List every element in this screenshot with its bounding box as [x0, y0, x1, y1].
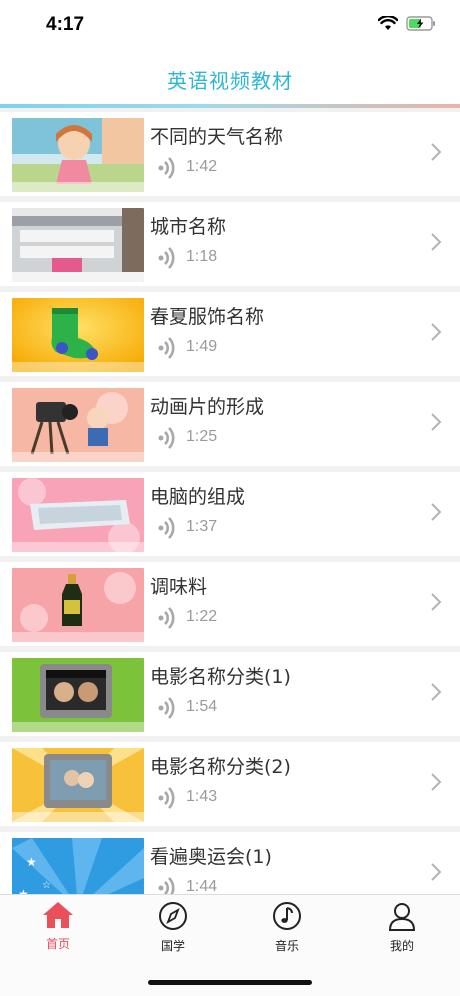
- chevron-right-icon: [431, 593, 442, 611]
- compass-icon: [159, 902, 187, 930]
- chevron-right-icon: [431, 503, 442, 521]
- list-item[interactable]: 动画片的形成 1:25: [0, 382, 460, 466]
- audio-icon: [158, 697, 175, 719]
- item-duration: 1:22: [186, 608, 218, 625]
- audio-icon: [158, 607, 175, 629]
- chevron-right-icon: [431, 323, 442, 341]
- chevron-right-icon: [431, 683, 442, 701]
- tab-guoxue[interactable]: 国学: [133, 901, 213, 955]
- list-item[interactable]: 城市名称 1:18: [0, 202, 460, 286]
- audio-icon: [158, 787, 175, 809]
- list-item[interactable]: 调味料 1:22: [0, 562, 460, 646]
- nav-bar: 英语视频教材: [0, 50, 460, 108]
- thumbnail-image: [12, 298, 144, 372]
- thumbnail-image: [12, 388, 144, 462]
- audio-icon: [158, 247, 175, 269]
- item-title: 电影名称分类(2): [150, 756, 291, 778]
- list-item[interactable]: 电影名称分类(1) 1:54: [0, 652, 460, 736]
- tab-label: 首页: [45, 937, 70, 951]
- status-icons: [378, 16, 436, 31]
- thumbnail-image: [12, 568, 144, 642]
- item-duration: 1:37: [186, 518, 218, 535]
- svg-text:★: ★: [26, 855, 37, 869]
- item-title: 电影名称分类(1): [150, 666, 291, 688]
- tab-label: 音乐: [274, 939, 299, 953]
- chevron-right-icon: [431, 143, 442, 161]
- page-title: 英语视频教材: [167, 68, 293, 93]
- tab-mine[interactable]: 我的: [362, 901, 442, 955]
- audio-icon: [158, 157, 175, 179]
- list-item[interactable]: 电影名称分类(2) 1:43: [0, 742, 460, 826]
- chevron-right-icon: [431, 413, 442, 431]
- person-icon: [388, 903, 416, 931]
- item-title: 春夏服饰名称: [150, 306, 265, 328]
- item-title: 调味料: [150, 576, 208, 598]
- tab-label: 我的: [389, 939, 414, 953]
- thumbnail-image: [12, 658, 144, 732]
- thumbnail-image: [12, 208, 144, 282]
- list-item[interactable]: 电脑的组成 1:37: [0, 472, 460, 556]
- thumbnail-image: [12, 748, 144, 822]
- tab-music[interactable]: 音乐: [247, 901, 327, 955]
- item-duration: 1:43: [186, 788, 218, 805]
- status-bar: 4:17: [0, 0, 460, 50]
- svg-text:★: ★: [18, 887, 29, 894]
- chevron-right-icon: [431, 773, 442, 791]
- battery-icon: [406, 16, 435, 31]
- list-item[interactable]: 春夏服饰名称 1:49: [0, 292, 460, 376]
- video-list[interactable]: 不同的天气名称 1:42 城市名称 1:18 春夏服饰名称 1:49 动画片的形…: [0, 108, 460, 894]
- thumbnail-image: [12, 478, 144, 552]
- wifi-icon: [378, 16, 398, 30]
- thumbnail-image: ★ ☆ ★: [12, 838, 144, 894]
- thumbnail-image: [12, 118, 144, 192]
- item-duration: 1:49: [186, 338, 218, 355]
- chevron-right-icon: [431, 863, 442, 881]
- svg-text:☆: ☆: [42, 880, 51, 891]
- item-title: 动画片的形成: [150, 396, 265, 418]
- audio-icon: [158, 427, 175, 449]
- item-title: 城市名称: [150, 216, 227, 238]
- item-duration: 1:25: [186, 428, 218, 445]
- item-title: 看遍奥运会(1): [150, 846, 272, 868]
- item-duration: 1:42: [186, 158, 218, 175]
- status-time: 4:17: [46, 14, 85, 35]
- item-duration: 1:44: [186, 878, 218, 894]
- item-title: 不同的天气名称: [150, 126, 284, 148]
- home-icon: [43, 902, 73, 928]
- tab-label: 国学: [160, 939, 185, 953]
- audio-icon: [158, 337, 175, 359]
- item-title: 电脑的组成: [150, 486, 246, 508]
- audio-icon: [158, 517, 175, 539]
- list-item[interactable]: 不同的天气名称 1:42: [0, 112, 460, 196]
- tab-home[interactable]: 首页: [18, 901, 98, 955]
- home-indicator[interactable]: [148, 980, 312, 985]
- item-duration: 1:18: [186, 248, 218, 265]
- list-item[interactable]: ★ ☆ ★ 看遍奥运会(1) 1:44: [0, 832, 460, 894]
- music-note-icon: [273, 902, 301, 930]
- chevron-right-icon: [431, 233, 442, 251]
- item-duration: 1:54: [186, 698, 218, 715]
- audio-icon: [158, 877, 175, 894]
